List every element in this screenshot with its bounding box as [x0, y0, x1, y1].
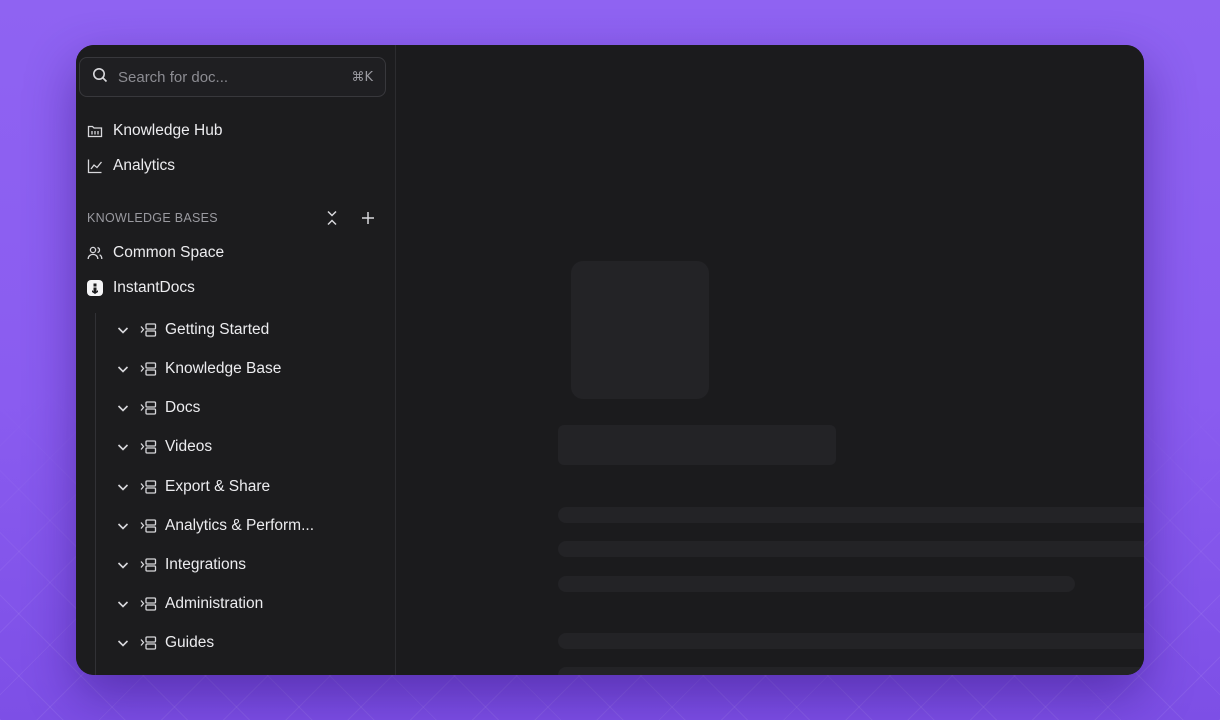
users-icon — [87, 245, 103, 261]
chevron-down-icon[interactable] — [116, 401, 130, 415]
chevron-down-icon[interactable] — [116, 597, 130, 611]
skeleton-text-line — [558, 507, 1144, 523]
tree-item-administration[interactable]: Administration — [116, 592, 263, 616]
chevron-down-icon[interactable] — [116, 519, 130, 533]
tree-item-analytics-performance[interactable]: Analytics & Perform... — [116, 514, 314, 538]
tree-item-label: Export & Share — [165, 478, 271, 495]
tree-item-label: Videos — [165, 438, 213, 455]
tree-item-guides[interactable]: Guides — [116, 631, 214, 655]
tree-guide-line — [95, 313, 96, 675]
sidebar: ⌘K Knowledge Hub Analytics KNOWLEDGE BAS… — [76, 45, 396, 675]
skeleton-text-line — [558, 576, 1075, 592]
section-title: KNOWLEDGE BASES — [87, 211, 218, 225]
chevron-down-icon[interactable] — [116, 323, 130, 337]
kb-item-common-space[interactable]: Common Space — [87, 240, 224, 266]
tree-item-export-share[interactable]: Export & Share — [116, 475, 270, 499]
tree-item-knowledge-base[interactable]: Knowledge Base — [116, 357, 281, 381]
tree-item-integrations[interactable]: Integrations — [116, 553, 246, 577]
category-icon — [140, 518, 157, 534]
chevron-down-icon[interactable] — [116, 362, 130, 376]
category-icon — [140, 479, 157, 495]
tree-item-getting-started[interactable]: Getting Started — [116, 318, 269, 342]
search-box[interactable]: ⌘K — [79, 57, 386, 97]
category-icon — [140, 557, 157, 573]
main-content — [396, 45, 1144, 675]
nav-item-label: Analytics — [113, 157, 176, 174]
skeleton-text-line — [558, 667, 1144, 675]
chevron-down-icon[interactable] — [116, 480, 130, 494]
nav-item-knowledge-hub[interactable]: Knowledge Hub — [87, 118, 222, 144]
search-input[interactable] — [118, 68, 352, 86]
skeleton-text-line — [558, 633, 1144, 649]
nav-item-label: Knowledge Hub — [113, 122, 223, 139]
kb-item-label: Common Space — [113, 244, 225, 261]
knowledge-hub-icon — [87, 123, 103, 139]
tree-item-label: Analytics & Perform... — [165, 517, 315, 534]
nav-item-analytics[interactable]: Analytics — [87, 153, 175, 179]
skeleton-cover-image — [571, 261, 709, 399]
search-shortcut: ⌘K — [351, 69, 373, 85]
app-window: ⌘K Knowledge Hub Analytics KNOWLEDGE BAS… — [76, 45, 1144, 675]
plus-icon[interactable] — [359, 209, 377, 227]
tree-item-label: Knowledge Base — [165, 360, 282, 377]
search-icon — [92, 67, 108, 88]
skeleton-title — [558, 425, 836, 465]
tree-item-label: Docs — [165, 399, 201, 416]
skeleton-text-line — [558, 541, 1144, 557]
chevron-down-icon[interactable] — [116, 636, 130, 650]
collapse-all-icon[interactable] — [323, 209, 341, 227]
tree-item-label: Administration — [165, 595, 264, 612]
kb-item-label: InstantDocs — [113, 279, 195, 296]
tree-item-label: Guides — [165, 634, 215, 651]
category-icon — [140, 439, 157, 455]
tree-item-label: Integrations — [165, 556, 246, 573]
knowledge-bases-header: KNOWLEDGE BASES — [87, 208, 377, 228]
chevron-down-icon[interactable] — [116, 558, 130, 572]
tree-item-videos[interactable]: Videos — [116, 435, 212, 459]
chevron-down-icon[interactable] — [116, 440, 130, 454]
category-icon — [140, 322, 157, 338]
tree-item-label: Getting Started — [165, 321, 270, 338]
instantdocs-logo-icon — [87, 280, 103, 296]
category-icon — [140, 400, 157, 416]
category-icon — [140, 361, 157, 377]
category-icon — [140, 635, 157, 651]
tree-item-docs[interactable]: Docs — [116, 396, 200, 420]
analytics-chart-icon — [87, 158, 103, 174]
category-icon — [140, 596, 157, 612]
kb-item-instantdocs[interactable]: InstantDocs — [87, 275, 195, 301]
